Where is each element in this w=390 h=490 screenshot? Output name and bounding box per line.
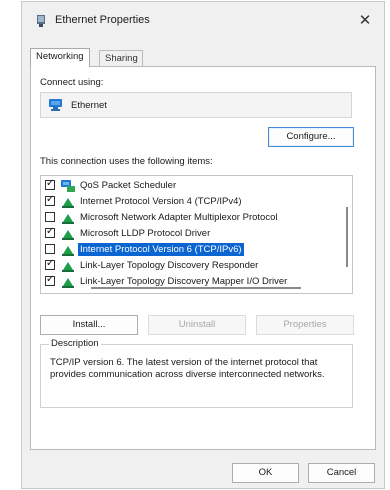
horizontal-scrollbar-thumb[interactable] <box>91 287 301 289</box>
scrollbar-thumb[interactable] <box>346 207 348 267</box>
install-button[interactable]: Install... <box>40 315 138 335</box>
items-label: This connection uses the following items… <box>40 156 213 167</box>
components-list[interactable]: ✓ QoS Packet Scheduler ✓ Internet Protoc… <box>40 175 353 294</box>
vertical-scrollbar[interactable] <box>343 177 351 292</box>
protocol-icon <box>62 198 74 208</box>
ethernet-properties-dialog: Ethernet Properties ✕ Networking Sharing… <box>21 1 385 489</box>
uninstall-button[interactable]: Uninstall <box>148 315 246 335</box>
description-label: Description <box>49 338 101 349</box>
tab-networking[interactable]: Networking <box>30 48 90 67</box>
item-label: Internet Protocol Version 6 (TCP/IPv6) <box>78 243 244 256</box>
configure-button[interactable]: Configure... <box>268 127 354 147</box>
protocol-icon <box>62 262 74 272</box>
title-bar[interactable]: Ethernet Properties ✕ <box>22 2 384 39</box>
list-item[interactable]: ✓ Link-Layer Topology Discovery Responde… <box>41 258 339 274</box>
protocol-icon <box>62 230 74 240</box>
cancel-button[interactable]: Cancel <box>308 463 375 483</box>
list-item-selected[interactable]: Internet Protocol Version 6 (TCP/IPv6) <box>41 242 339 258</box>
item-label: Microsoft LLDP Protocol Driver <box>80 228 211 239</box>
protocol-icon <box>62 214 74 224</box>
description-group: Description TCP/IP version 6. The latest… <box>40 338 353 408</box>
window-title: Ethernet Properties <box>55 14 150 26</box>
protocol-icon <box>62 246 74 256</box>
list-item[interactable]: ✓ Microsoft LLDP Protocol Driver <box>41 226 339 242</box>
checkbox[interactable] <box>45 212 55 222</box>
item-label: QoS Packet Scheduler <box>80 180 177 191</box>
description-text: TCP/IP version 6. The latest version of … <box>50 357 325 380</box>
item-label: Internet Protocol Version 4 (TCP/IPv4) <box>80 196 242 207</box>
list-item[interactable]: ✓ Internet Protocol Version 4 (TCP/IPv4) <box>41 194 339 210</box>
close-button[interactable]: ✕ <box>350 6 380 34</box>
list-item[interactable]: Microsoft Network Adapter Multiplexor Pr… <box>41 210 339 226</box>
ethernet-adapter-icon <box>49 99 62 111</box>
list-item[interactable]: ✓ QoS Packet Scheduler <box>41 178 339 194</box>
tab-sharing[interactable]: Sharing <box>99 50 143 66</box>
checkbox[interactable]: ✓ <box>45 178 55 190</box>
checkbox[interactable]: ✓ <box>45 274 55 286</box>
checkbox[interactable]: ✓ <box>45 194 55 206</box>
ok-button[interactable]: OK <box>232 463 299 483</box>
adapter-name: Ethernet <box>71 100 107 111</box>
item-label: Link-Layer Topology Discovery Responder <box>80 260 259 271</box>
item-label: Microsoft Network Adapter Multiplexor Pr… <box>80 212 278 223</box>
protocol-icon <box>62 278 74 288</box>
properties-button[interactable]: Properties <box>256 315 354 335</box>
connect-using-label: Connect using: <box>40 77 104 88</box>
qos-network-icon <box>61 180 75 192</box>
adapter-field: Ethernet <box>40 92 352 118</box>
checkbox[interactable] <box>45 244 55 254</box>
checkbox[interactable]: ✓ <box>45 226 55 238</box>
network-adapter-icon <box>37 15 45 27</box>
checkbox[interactable]: ✓ <box>45 258 55 270</box>
